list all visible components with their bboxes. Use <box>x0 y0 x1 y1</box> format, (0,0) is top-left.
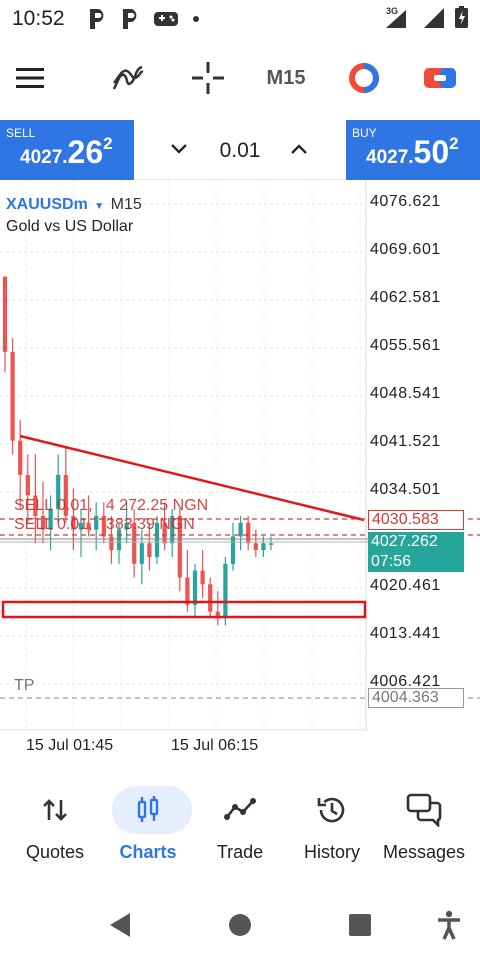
status-bar: 10:52 3G <box>0 0 480 38</box>
menu-button[interactable] <box>6 40 54 116</box>
signal-icon <box>424 8 444 28</box>
candle-body <box>238 522 243 537</box>
nav-trade-label: Trade <box>216 842 264 862</box>
nav-quotes-label: Quotes <box>25 842 85 862</box>
candle-body <box>208 584 213 612</box>
objects-button[interactable] <box>344 40 384 116</box>
chevron-up-icon <box>291 144 307 154</box>
objects-icon <box>349 63 379 93</box>
price-scale-label: 4013.441 <box>370 625 441 642</box>
status-time: 10:52 <box>12 7 65 30</box>
buy-price: 4027.502 <box>366 134 459 170</box>
candle-body <box>268 543 274 545</box>
timeframe-label: M15 <box>266 66 306 89</box>
lot-size-control: 0.01 <box>136 120 344 180</box>
candle-body <box>10 351 15 441</box>
order-label-1: SELL 0.01, 4 272.25 NGN <box>14 497 209 514</box>
candle-body <box>223 563 228 619</box>
nav-messages-label: Messages <box>382 842 466 862</box>
candle-body <box>230 536 236 564</box>
battery-icon <box>455 6 468 28</box>
chart-area[interactable]: XAUUSDm ▼ M15 Gold vs US Dollar 4076.621… <box>0 180 480 760</box>
candle-body <box>246 522 251 544</box>
crosshair-icon <box>192 62 224 94</box>
chart-toolbar: M15 <box>0 40 480 116</box>
candle-body <box>185 577 190 605</box>
sell-button[interactable]: SELL 4027.262 <box>0 120 134 180</box>
system-navigation-bar <box>0 890 480 960</box>
nav-messages[interactable]: Messages <box>376 782 472 872</box>
indicators-icon <box>112 65 144 90</box>
gamepad-icon <box>154 12 178 26</box>
sell-price: 4027.262 <box>20 134 113 170</box>
nav-trade[interactable]: Trade <box>192 782 288 872</box>
trade-chart-icon <box>224 798 256 820</box>
crosshair-button[interactable] <box>184 40 232 116</box>
buy-button[interactable]: BUY 4027.502 <box>346 120 480 180</box>
support-zone[interactable] <box>1 600 367 619</box>
bar-countdown: 07:56 <box>371 553 412 570</box>
menu-icon <box>16 68 44 88</box>
candle-body <box>2 276 8 352</box>
price-scale-label: 4048.541 <box>370 385 441 402</box>
price-scale-label: 4020.461 <box>370 577 441 594</box>
sell-line-price-tag: 4030.583 <box>368 510 464 530</box>
tp-label: TP <box>14 677 35 694</box>
home-icon[interactable] <box>228 913 252 937</box>
candle-body <box>18 440 23 475</box>
nav-charts-label: Charts <box>119 842 177 862</box>
order-label-2: SELL 0.01, 383.39 NGN <box>14 516 195 533</box>
candle-body <box>261 543 266 551</box>
time-label-1: 15 Jul 01:45 <box>26 737 114 754</box>
messages-icon <box>406 793 442 827</box>
trade-icon <box>424 68 456 88</box>
current-price-value: 4027.262 <box>371 533 438 550</box>
candle-body <box>253 543 258 551</box>
nav-charts[interactable]: Charts <box>100 782 196 872</box>
tp-price-tag: 4004.363 <box>368 688 464 708</box>
symbol-dropdown-icon[interactable]: ▼ <box>92 201 106 212</box>
p-app-icon <box>90 9 104 29</box>
p-app-icon <box>123 9 137 29</box>
candle-body <box>200 570 205 585</box>
price-scale-label: 4034.501 <box>370 481 441 498</box>
timeframe-button[interactable]: M15 <box>256 40 316 116</box>
symbol-description: Gold vs US Dollar <box>6 218 134 235</box>
candle-body <box>139 543 144 564</box>
accessibility-icon[interactable] <box>436 910 462 940</box>
current-price-tag: 4027.262 07:56 <box>368 532 464 572</box>
one-click-trade-bar: SELL 4027.262 0.01 BUY 4027.502 <box>0 120 480 180</box>
dot-icon <box>193 16 199 22</box>
nav-quotes[interactable]: Quotes <box>7 782 103 872</box>
lot-increase-button[interactable] <box>284 134 314 164</box>
recents-icon[interactable] <box>348 913 372 937</box>
signal-3g-icon <box>386 10 406 28</box>
charts-icon <box>137 796 159 822</box>
back-icon[interactable] <box>108 912 132 938</box>
price-scale-label: 4041.521 <box>370 433 441 450</box>
candle-body <box>147 543 152 557</box>
bottom-navigation: Quotes Charts Trade History Messages <box>0 782 480 872</box>
candle-body <box>192 570 198 605</box>
nav-history[interactable]: History <box>284 782 380 872</box>
symbol-name[interactable]: XAUUSDm <box>6 196 88 213</box>
nav-history-label: History <box>303 842 360 862</box>
candle-body <box>25 474 30 496</box>
price-scale-label: 4062.581 <box>370 289 441 306</box>
price-scale-label: 4069.601 <box>370 241 441 258</box>
price-scale-label: 4076.621 <box>370 193 441 210</box>
price-scale-label: 4055.561 <box>370 337 441 354</box>
time-label-2: 15 Jul 06:15 <box>171 737 259 754</box>
symbol-header: XAUUSDm ▼ M15 <box>6 196 142 214</box>
symbol-timeframe: M15 <box>110 196 142 213</box>
history-icon <box>317 797 345 823</box>
indicators-button[interactable] <box>104 40 152 116</box>
quotes-icon <box>43 799 67 821</box>
trade-button[interactable] <box>420 40 460 116</box>
